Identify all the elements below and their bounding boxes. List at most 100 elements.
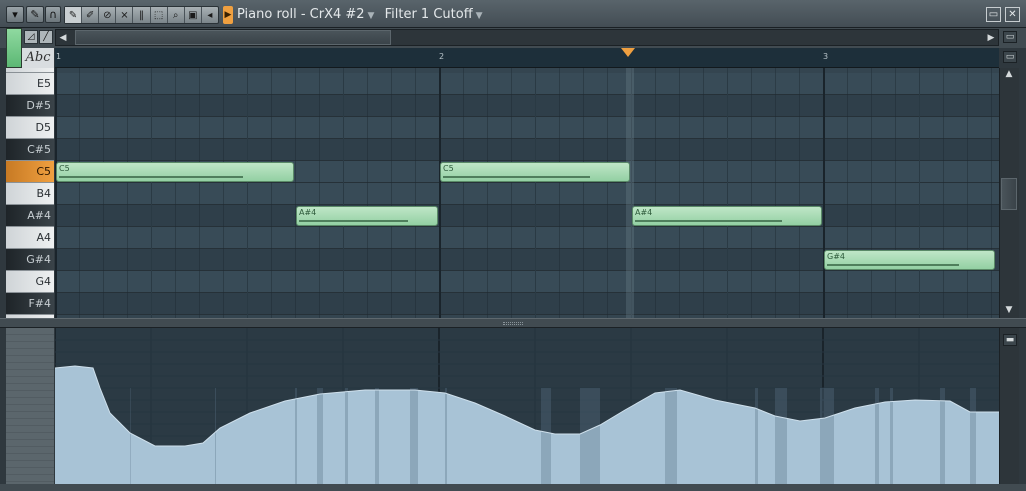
note-label: C5 (443, 164, 454, 173)
draw-tool-icon[interactable]: ✎ (65, 7, 83, 23)
zoom-in-icon[interactable]: ▭ (1003, 51, 1017, 63)
note[interactable]: A#4 (296, 206, 438, 226)
step-line (463, 68, 464, 318)
step-line (799, 68, 800, 318)
channel-color-tab[interactable] (6, 28, 22, 68)
step-line (415, 68, 416, 318)
note-label: C5 (59, 164, 70, 173)
piano-key[interactable]: C5 (6, 161, 54, 183)
piano-key[interactable]: A4 (6, 227, 54, 249)
note-velocity-bar (299, 220, 409, 222)
mute-tool-icon[interactable]: ⨯ (116, 7, 134, 23)
menu-dropdown-icon[interactable]: ▾ (6, 6, 24, 23)
piano-key[interactable]: D5 (6, 117, 54, 139)
step-line (847, 68, 848, 318)
vertical-scroll-thumb[interactable] (1001, 178, 1017, 210)
time-ruler[interactable] (55, 48, 999, 68)
piano-key[interactable]: F#4 (6, 293, 54, 315)
target-parameter[interactable]: Filter 1 Cutoff (385, 7, 473, 22)
scroll-left-icon[interactable]: ◀ (58, 30, 68, 45)
play-arrow-icon[interactable]: ▶ (223, 6, 233, 24)
grid-row (55, 271, 999, 293)
automation-curve[interactable] (55, 328, 999, 484)
horizontal-scroll-thumb[interactable] (75, 30, 391, 45)
piano-key[interactable]: D#5 (6, 95, 54, 117)
speaker-icon[interactable]: ◂ (202, 7, 218, 23)
beat-line (727, 68, 728, 318)
chevron-down-icon[interactable]: ▼ (476, 11, 483, 21)
playhead-marker-icon[interactable] (621, 48, 636, 57)
stamp-icon[interactable]: ◿ (24, 30, 38, 44)
grid-row (55, 227, 999, 249)
step-line (391, 68, 392, 318)
grid-row-divider (55, 314, 999, 315)
event-strip (375, 388, 379, 484)
bar-number: 2 (439, 52, 445, 61)
event-strip (580, 388, 600, 484)
step-line (583, 68, 584, 318)
chevron-down-icon[interactable]: ▼ (368, 11, 375, 21)
beat-line (535, 68, 536, 318)
beat-line (343, 68, 344, 318)
piano-key[interactable]: B4 (6, 183, 54, 205)
piano-key[interactable]: E5 (6, 73, 54, 95)
piano-key[interactable]: G4 (6, 271, 54, 293)
scroll-up-icon[interactable]: ▲ (1001, 68, 1017, 80)
step-line (967, 68, 968, 318)
bar-line (823, 68, 825, 318)
scroll-right-icon[interactable]: ▶ (986, 30, 996, 45)
zoom-out-icon[interactable]: ▭ (1003, 31, 1017, 43)
window-title[interactable]: Piano roll - CrX4 #2 ▼ Filter 1 Cutoff ▼ (237, 5, 483, 25)
note[interactable]: C5 (56, 162, 294, 182)
piano-roll-title: Piano roll - CrX4 #2 (237, 7, 365, 22)
step-line (751, 68, 752, 318)
event-strip (295, 388, 297, 484)
bar-line (55, 68, 57, 318)
piano-key[interactable]: C#5 (6, 139, 54, 161)
close-icon[interactable]: ✕ (1005, 7, 1020, 22)
splitter-grip-icon[interactable] (503, 322, 523, 325)
event-strip (890, 388, 893, 484)
event-zoom-icon[interactable]: ▬ (1003, 334, 1017, 346)
note-velocity-bar (443, 176, 590, 178)
event-strip (215, 388, 216, 484)
note-name-toggle[interactable]: Abc (22, 48, 54, 68)
step-line (271, 68, 272, 318)
step-line (871, 68, 872, 318)
event-strip (410, 388, 418, 484)
paint-tool-icon[interactable]: ✐ (82, 7, 100, 23)
step-line (79, 68, 80, 318)
piano-key[interactable]: A#4 (6, 205, 54, 227)
note-velocity-bar (827, 264, 959, 266)
event-editor[interactable] (55, 328, 999, 484)
slice-tool-icon[interactable]: ‖ (133, 7, 151, 23)
note-label: A#4 (635, 208, 653, 217)
step-line (895, 68, 896, 318)
event-strip (775, 388, 787, 484)
scroll-down-icon[interactable]: ▼ (1001, 304, 1017, 316)
grid-row (55, 293, 999, 315)
note-grid[interactable]: G#4 A#4 C5 A#4 C5 (55, 68, 999, 318)
event-editor-gutter (6, 328, 54, 484)
playhead-line (626, 68, 635, 318)
note[interactable]: A#4 (632, 206, 822, 226)
maximize-icon[interactable]: ▭ (986, 7, 1001, 22)
step-line (487, 68, 488, 318)
automation-fill (55, 366, 999, 484)
bar-number: 3 (823, 52, 829, 61)
grid-row (55, 73, 999, 95)
playback-tool-icon[interactable]: ▣ (185, 7, 202, 23)
delete-tool-icon[interactable]: ⊘ (99, 7, 117, 23)
grid-row (55, 139, 999, 161)
piano-key[interactable]: G#4 (6, 249, 54, 271)
select-tool-icon[interactable]: ⬚ (151, 7, 168, 23)
step-line (607, 68, 608, 318)
piano-key[interactable] (6, 68, 54, 73)
magnet-icon[interactable]: ∩ (45, 6, 61, 23)
pencil-icon[interactable]: ╱ (39, 30, 53, 44)
zoom-tool-icon[interactable]: ⌕ (168, 7, 185, 23)
wrench-icon[interactable]: ✎ (26, 6, 44, 23)
note[interactable]: G#4 (824, 250, 995, 270)
step-line (175, 68, 176, 318)
note[interactable]: C5 (440, 162, 630, 182)
